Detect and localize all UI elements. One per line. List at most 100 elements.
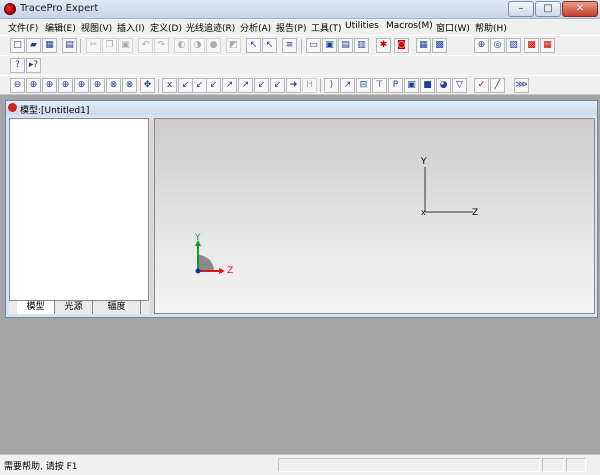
view-zx-icon[interactable]: ↙ [206, 78, 221, 93]
document-title-bar[interactable]: 模型:[Untitled1] [6, 101, 597, 116]
maximize-button[interactable]: □ [535, 1, 561, 17]
menu-file[interactable]: 文件(F) [8, 21, 38, 34]
window-single-icon[interactable]: ▭ [306, 38, 321, 53]
menu-analysis[interactable]: 分析(A) [240, 21, 271, 34]
mirror-icon[interactable]: ↗ [340, 78, 355, 93]
toolbar-separator [301, 39, 302, 53]
toolbar-separator [320, 79, 321, 93]
rotate-view-icon[interactable]: ⊗ [106, 78, 121, 93]
tracepro-logo-icon [4, 3, 16, 15]
irradiance-map-icon[interactable]: ▦ [416, 38, 431, 53]
boolean-union-icon[interactable]: ◐ [174, 38, 189, 53]
zoom-in-icon[interactable]: ⊕ [26, 78, 41, 93]
menu-window[interactable]: 窗口(W) [436, 21, 470, 34]
zoom-all-icon[interactable]: ⊕ [58, 78, 73, 93]
tab-source[interactable]: 光源 [55, 301, 93, 314]
document-title: 模型:[Untitled1] [20, 106, 90, 116]
menu-help[interactable]: 帮助(H) [475, 21, 507, 34]
zoom-previous-icon[interactable]: ⊕ [90, 78, 105, 93]
minimize-button[interactable]: – [508, 1, 534, 17]
chart-icon[interactable]: ▧ [506, 38, 521, 53]
triad-sector [198, 255, 214, 271]
view-direction-icon[interactable]: ➜ [286, 78, 301, 93]
ray-file-icon[interactable]: ▦ [540, 38, 555, 53]
zoom-selection-icon[interactable]: ⊕ [74, 78, 89, 93]
save-icon[interactable]: ▦ [42, 38, 57, 53]
sphere-icon[interactable]: ◕ [436, 78, 451, 93]
axes-overlay: Y x Z Y Z [194, 157, 478, 276]
menu-macros[interactable]: Macros(M) [386, 21, 433, 31]
properties-icon[interactable]: ≡ [282, 38, 297, 53]
select-arrow-icon[interactable]: ↖ [246, 38, 261, 53]
candela-plot-icon[interactable]: ▩ [432, 38, 447, 53]
zoom-window-icon[interactable]: ⊕ [42, 78, 57, 93]
menu-define[interactable]: 定义(D) [150, 21, 182, 34]
paste-icon[interactable]: ▣ [118, 38, 133, 53]
open-folder-icon[interactable]: ▰ [26, 38, 41, 53]
trace-rays-icon[interactable]: ✱ [376, 38, 391, 53]
view-xz-icon[interactable]: x [162, 78, 177, 93]
solid-icon[interactable]: ■ [420, 78, 435, 93]
menu-utilities[interactable]: Utilities [345, 21, 379, 31]
tab-model[interactable]: 模型 [17, 301, 55, 314]
mdi-client-area: 模型:[Untitled1] 模型 光源 辐度 Y x Z Y Z [0, 96, 600, 454]
source-icon[interactable]: ⊕ [474, 38, 489, 53]
3d-model-viewport[interactable]: Y x Z Y Z [154, 118, 595, 314]
cone-icon[interactable]: ▽ [452, 78, 467, 93]
window-cascade-icon[interactable]: ▣ [322, 38, 337, 53]
select-surface-icon[interactable]: ↖ [262, 38, 277, 53]
status-pane [542, 458, 564, 472]
window-split-icon[interactable]: ▥ [354, 38, 369, 53]
prism-icon[interactable]: P [388, 78, 403, 93]
menu-tools[interactable]: 工具(T) [311, 21, 342, 34]
menu-edit[interactable]: 编辑(E) [45, 21, 76, 34]
tab-radiance[interactable]: 辐度 [93, 301, 141, 314]
menu-raytrace[interactable]: 光线追迹(R) [186, 21, 235, 34]
view-yz-icon[interactable]: ↙ [178, 78, 193, 93]
close-button[interactable]: ✕ [562, 1, 598, 17]
triad-y-label: Y [194, 233, 201, 243]
model-document-window: 模型:[Untitled1] 模型 光源 辐度 Y x Z Y Z [5, 100, 598, 318]
ruler-icon[interactable]: ╱ [490, 78, 505, 93]
menu-reports[interactable]: 报告(P) [276, 21, 306, 34]
undo-icon[interactable]: ↶ [138, 38, 153, 53]
reflector-icon[interactable]: ⊟ [356, 78, 371, 93]
hidden-line-icon[interactable]: H [302, 78, 317, 93]
view-zy-icon[interactable]: ↙ [192, 78, 207, 93]
new-file-icon[interactable]: □ [10, 38, 25, 53]
boolean-intersect-icon[interactable]: ● [206, 38, 221, 53]
model-tree-panel[interactable] [9, 118, 149, 314]
context-help-icon[interactable]: ▸? [26, 58, 41, 73]
triad-origin [195, 268, 201, 274]
view-iso-4-icon[interactable]: ↙ [270, 78, 285, 93]
document-icon [8, 103, 17, 112]
export-rays-icon[interactable]: ▩ [524, 38, 539, 53]
view-iso-1-icon[interactable]: ↗ [222, 78, 237, 93]
target-icon[interactable]: ◎ [490, 38, 505, 53]
lens-icon[interactable]: ⟩ [324, 78, 339, 93]
view-x-label: x [421, 208, 426, 217]
rotate-axis-icon[interactable]: ⊗ [122, 78, 137, 93]
surface-icon[interactable]: ⊤ [372, 78, 387, 93]
help-icon[interactable]: ? [10, 58, 25, 73]
menu-insert[interactable]: 插入(I) [117, 21, 145, 34]
boolean-subtract-icon[interactable]: ◑ [190, 38, 205, 53]
status-pane [566, 458, 586, 472]
zoom-out-icon[interactable]: ⊖ [10, 78, 25, 93]
view-toolbar: ⊖ ⊕ ⊕ ⊕ ⊕ ⊕ ⊗ ⊗ ✥ x ↙ ↙ ↙ ↗ ↗ ↙ ↙ ➜ H ⟩ … [0, 75, 600, 95]
copy-icon[interactable]: ❐ [102, 38, 117, 53]
print-icon[interactable]: ▤ [62, 38, 77, 53]
view-iso-3-icon[interactable]: ↙ [254, 78, 269, 93]
move-object-icon[interactable]: ◩ [226, 38, 241, 53]
redo-icon[interactable]: ↷ [154, 38, 169, 53]
cut-icon[interactable]: ✂ [86, 38, 101, 53]
pan-icon[interactable]: ✥ [140, 78, 155, 93]
ray-display-icon[interactable]: ⋙ [514, 78, 529, 93]
view-iso-2-icon[interactable]: ↗ [238, 78, 253, 93]
ray-sort-icon[interactable]: ◙ [394, 38, 409, 53]
window-tile-icon[interactable]: ▤ [338, 38, 353, 53]
view-z-label: Z [472, 208, 478, 218]
block-icon[interactable]: ▣ [404, 78, 419, 93]
menu-view[interactable]: 视图(V) [81, 21, 112, 34]
check-icon[interactable]: ✓ [474, 78, 489, 93]
